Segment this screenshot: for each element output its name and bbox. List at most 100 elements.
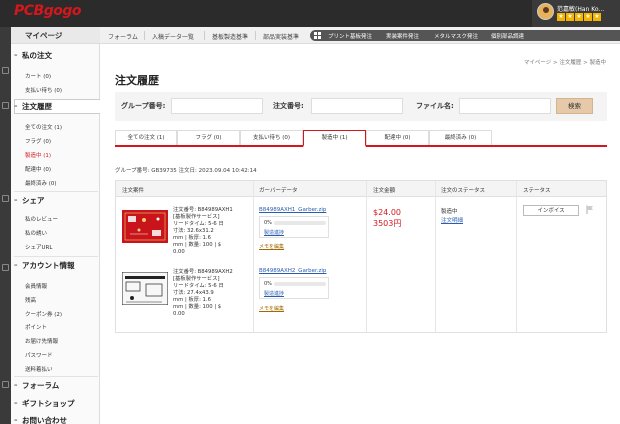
forum-icon[interactable]: [2, 381, 9, 388]
thickness: mm | 板厚: 1.6: [173, 297, 211, 303]
sidebar-item-password[interactable]: パスワード: [25, 351, 53, 359]
sidebar-item-cart[interactable]: カート (0): [25, 72, 51, 80]
sidebar-item-share-url[interactable]: シェアURL: [25, 243, 52, 251]
flag-icon[interactable]: [586, 205, 594, 214]
sidebar-item-pending-payment[interactable]: 支払い待ち (0): [25, 86, 62, 94]
sidebar-item-in-production[interactable]: 製造中 (1): [25, 151, 51, 159]
col-order: 注文案件: [122, 188, 145, 194]
production-progress-link[interactable]: 製造進捗: [264, 290, 284, 297]
username[interactable]: 范嘉敏(Han Ko...: [557, 4, 604, 13]
pcb-thumbnail[interactable]: [122, 272, 168, 305]
cart-icon[interactable]: [2, 102, 9, 109]
column-divider: [435, 181, 436, 332]
tab-shipping[interactable]: 配達中 (0): [366, 130, 429, 145]
col-amount: 注文金額: [373, 188, 396, 194]
brand-logo[interactable]: PCBgogo: [14, 3, 82, 19]
sidebar-section-share[interactable]: – シェア: [14, 193, 100, 207]
amount: 0.00: [173, 311, 185, 317]
service-type: [基板製作サービス]: [173, 214, 220, 220]
sidebar-item-reviews[interactable]: 私のレビュー: [25, 215, 58, 223]
nav-assembly-order[interactable]: 実装案件発注: [386, 32, 419, 40]
sidebar-item-cod-shipping[interactable]: 送料着払い: [25, 365, 53, 373]
sidebar-mypage[interactable]: マイページ: [11, 27, 100, 44]
nav-separator: [204, 31, 205, 40]
sidebar-divider: [14, 191, 98, 192]
price-usd: $24.00: [373, 208, 401, 217]
nav-assembly-standard[interactable]: 部品実装基準: [263, 32, 299, 41]
search-button[interactable]: 検索: [556, 98, 593, 114]
sidebar-item-invites[interactable]: 私の誘い: [25, 229, 47, 237]
star-icon: ★: [557, 13, 565, 21]
sidebar-section-account[interactable]: – アカウント情報: [14, 258, 100, 272]
order-number-label: 注文番号:: [273, 102, 304, 110]
main-nav: フォーラム 入稿データ一覧 基板製造基準 部品実装基準 プリント基板発注 実装案…: [100, 27, 620, 44]
sidebar-item-coupons[interactable]: クーポン券 (2): [25, 310, 62, 318]
sidebar-section-gift-shop[interactable]: – ギフトショップ: [14, 396, 100, 410]
lead-time: リードタイム: 5-6 日: [173, 221, 224, 227]
edit-memo-link[interactable]: メモを編集: [259, 243, 284, 250]
order-details-link[interactable]: 注文明細: [441, 216, 463, 224]
chevron-down-icon: –: [14, 416, 18, 424]
chevron-down-icon: –: [14, 261, 18, 269]
sidebar-item-points[interactable]: ポイント: [25, 323, 47, 331]
nav-pcb-standard[interactable]: 基板製造基準: [212, 32, 248, 41]
sidebar-section-contact[interactable]: – お問い合わせ: [14, 413, 100, 424]
user-area[interactable]: 范嘉敏(Han Ko... ★ ★ ★ ★ ★: [532, 0, 620, 27]
share-icon[interactable]: [2, 195, 9, 202]
sidebar-item-all-orders[interactable]: 全ての注文 (1): [25, 123, 62, 131]
tab-completed[interactable]: 最終済み (0): [429, 130, 492, 145]
search-panel: グループ番号: 注文番号: ファイル名: 検索: [115, 92, 607, 121]
nav-separator: [144, 31, 145, 40]
sidebar-section-forum[interactable]: – フォーラム: [14, 378, 100, 392]
breadcrumb[interactable]: マイページ > 注文履歴 > 製造中: [524, 58, 606, 66]
avatar[interactable]: [537, 3, 554, 20]
col-status: ステータス: [523, 188, 551, 194]
order-number[interactable]: 注文番号: B84989AXH1: [173, 207, 233, 214]
sidebar-section-order-history[interactable]: – 注文履歴: [14, 99, 100, 113]
group-info: グループ番号: GB39735 注文日: 2023.09.04 10:42:14: [115, 168, 257, 174]
pcb-thumbnail[interactable]: [122, 210, 168, 243]
nav-stencil-order[interactable]: メタルマスク発注: [434, 32, 478, 40]
order-details: 注文番号: B84989AXH1 [基板製作サービス] リードタイム: 5-6 …: [173, 207, 233, 256]
amount: 0.00: [173, 249, 185, 255]
progress-bar: [274, 221, 326, 225]
sidebar-item-balance[interactable]: 残高: [25, 296, 36, 304]
service-type: [基板製作サービス]: [173, 276, 220, 282]
file-name-input[interactable]: [459, 98, 551, 114]
edit-memo-link[interactable]: メモを編集: [259, 305, 284, 312]
progress-box: 0% 製造進捗: [259, 277, 329, 299]
order-number[interactable]: 注文番号: B84989AXH2: [173, 269, 233, 276]
group-number-input[interactable]: [171, 98, 263, 114]
chevron-down-icon: –: [14, 399, 18, 407]
tab-all-orders[interactable]: 全ての注文 (1): [115, 130, 177, 145]
invoice-button[interactable]: インボイス: [523, 205, 579, 216]
nav-pcb-order[interactable]: プリント基板発注: [328, 32, 372, 40]
sidebar-item-addresses[interactable]: お届け先情報: [25, 337, 58, 345]
table-header: 注文案件 ガーバーデータ 注文金額 注文のステータス ステータス: [116, 181, 606, 197]
nav-forum[interactable]: フォーラム: [108, 32, 138, 41]
chevron-down-icon: –: [14, 51, 18, 59]
nav-separator: [255, 31, 256, 40]
sidebar-item-completed[interactable]: 最終済み (0): [25, 179, 57, 187]
account-icon[interactable]: [2, 264, 9, 271]
thickness: mm | 板厚: 1.6: [173, 235, 211, 241]
gerber-file-link[interactable]: B84989AXH1_Garber.zip: [259, 207, 326, 213]
sidebar-item-flag[interactable]: フラグ (0): [25, 137, 51, 145]
col-gerber: ガーバーデータ: [259, 188, 298, 194]
sidebar-item-member-info[interactable]: 会員情報: [25, 282, 47, 290]
tab-pending-payment[interactable]: 支払い待ち (0): [240, 130, 303, 145]
column-divider: [253, 181, 254, 332]
production-progress-link[interactable]: 製造進捗: [264, 229, 284, 236]
tab-flag[interactable]: フラグ (0): [177, 130, 240, 145]
sidebar-divider: [14, 376, 98, 377]
chevron-down-icon: –: [14, 102, 18, 110]
order-number-input[interactable]: [311, 98, 403, 114]
menu-icon[interactable]: [2, 67, 9, 74]
sidebar-item-shipping[interactable]: 配達中 (0): [25, 165, 51, 173]
nav-parts-order[interactable]: 個別部品調達: [491, 32, 524, 40]
sidebar-section-my-orders[interactable]: – 私の注文: [14, 48, 100, 62]
nav-data-list[interactable]: 入稿データ一覧: [152, 32, 194, 41]
gerber-file-link[interactable]: B84989AXH2_Garber.zip: [259, 268, 326, 274]
tab-in-production[interactable]: 製造中 (1): [303, 130, 366, 147]
lead-time: リードタイム: 5-6 日: [173, 283, 224, 289]
